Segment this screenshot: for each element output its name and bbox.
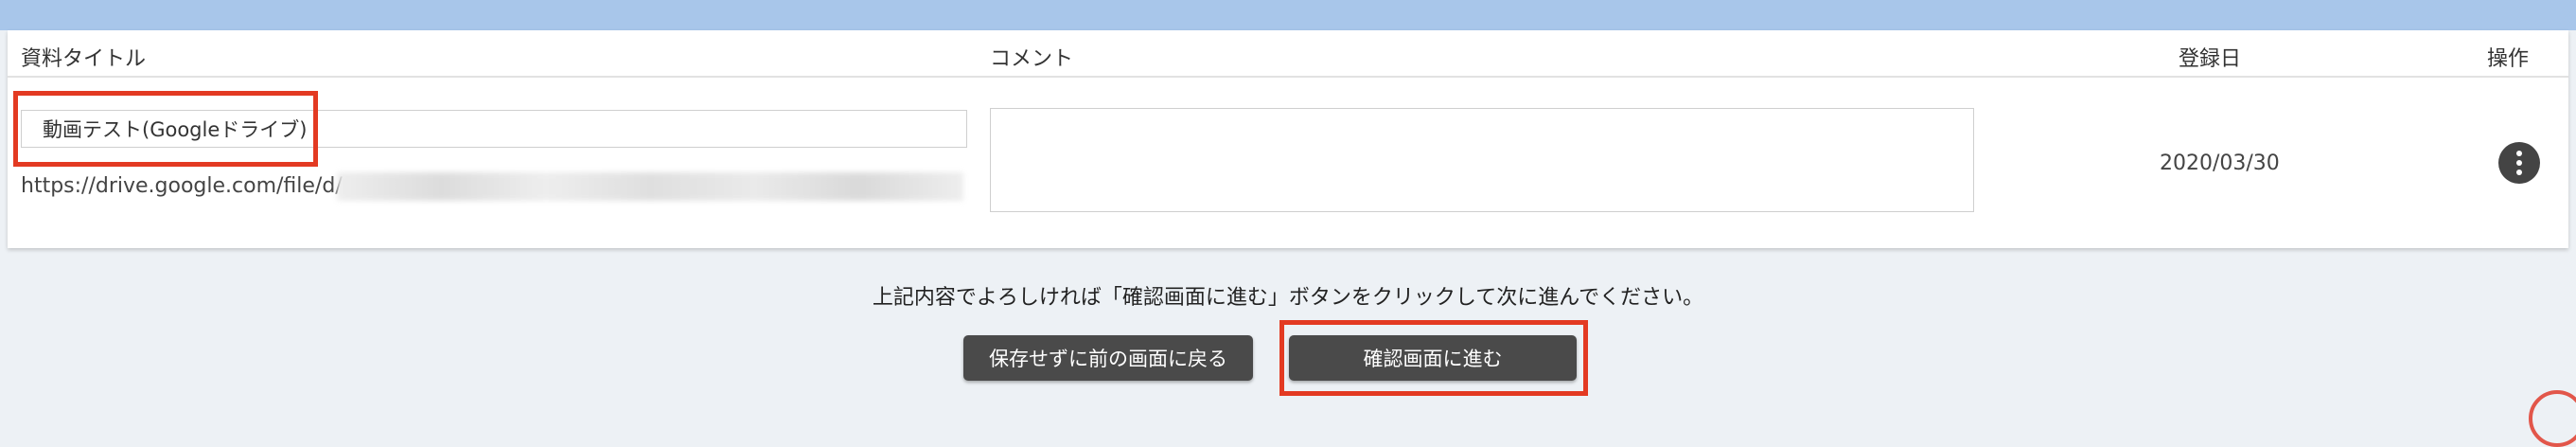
comment-textarea[interactable]	[990, 108, 1974, 212]
file-url[interactable]: https://drive.google.com/file/d/	[21, 174, 343, 198]
more-dot	[2516, 160, 2522, 166]
material-table: 資料タイトル コメント 登録日 操作 https://drive.google.…	[8, 30, 2568, 248]
column-header-title: 資料タイトル	[21, 47, 147, 71]
title-highlight-box	[13, 91, 318, 167]
column-header-comment: コメント	[990, 47, 1074, 71]
more-dot	[2516, 170, 2522, 175]
instruction-text: 上記内容でよろしければ「確認画面に進む」ボタンをクリックして次に進んでください。	[872, 286, 1704, 310]
back-button[interactable]: 保存せずに前の画面に戻る	[963, 335, 1253, 381]
header-bar	[0, 0, 2576, 30]
corner-decoration	[2529, 390, 2576, 447]
header-divider	[8, 76, 2568, 78]
confirm-highlight-box	[1279, 320, 1588, 396]
registered-date: 2020/03/30	[2160, 152, 2280, 175]
more-vertical-icon[interactable]	[2498, 142, 2540, 184]
column-header-actions: 操作	[2487, 47, 2530, 71]
more-dot	[2516, 151, 2522, 156]
column-header-date: 登録日	[2179, 47, 2242, 71]
file-url-blurred	[337, 172, 963, 201]
